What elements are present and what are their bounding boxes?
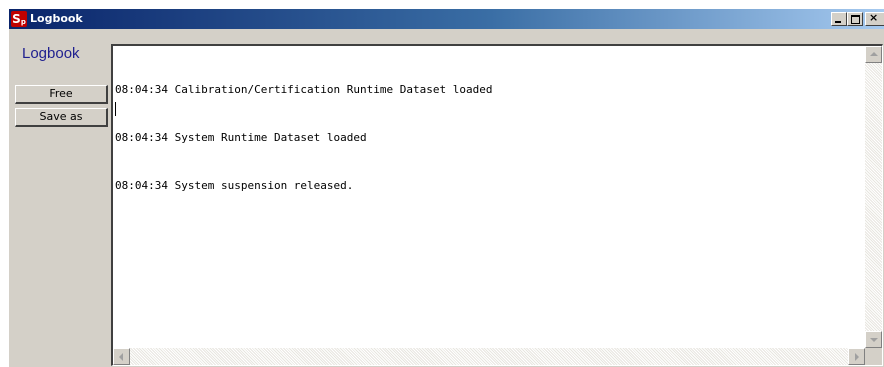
maximize-icon xyxy=(851,15,860,24)
arrow-right-icon xyxy=(855,353,859,361)
vertical-scrollbar[interactable] xyxy=(865,46,882,348)
arrow-left-icon xyxy=(119,353,123,361)
maximize-button[interactable] xyxy=(847,12,863,26)
log-textarea[interactable]: 08:04:34 Calibration/Certification Runti… xyxy=(111,44,883,366)
logbook-label: Logbook xyxy=(22,45,80,62)
log-content: 08:04:34 Calibration/Certification Runti… xyxy=(115,50,860,226)
window-title: Logbook xyxy=(30,12,83,25)
arrow-down-icon xyxy=(870,338,878,342)
log-line: 08:04:34 System Runtime Dataset loaded xyxy=(115,131,367,144)
minimize-icon xyxy=(835,21,841,23)
scroll-down-button[interactable] xyxy=(865,331,882,348)
log-line: 08:04:34 System suspension released. xyxy=(115,179,354,192)
sp-app-icon[interactable]: Sp xyxy=(11,11,27,27)
title-bar[interactable]: Sp Logbook × xyxy=(9,9,884,29)
horizontal-scrollbar[interactable] xyxy=(113,348,865,365)
scroll-up-button[interactable] xyxy=(865,46,882,63)
scroll-right-button[interactable] xyxy=(848,348,865,365)
close-icon: × xyxy=(869,11,879,24)
save-as-button[interactable]: Save as xyxy=(15,108,108,127)
scrollbar-corner xyxy=(865,348,882,365)
minimize-button[interactable] xyxy=(831,12,847,26)
scroll-left-button[interactable] xyxy=(113,348,130,365)
text-caret xyxy=(115,102,116,116)
free-button[interactable]: Free xyxy=(15,85,108,104)
log-line: 08:04:34 Calibration/Certification Runti… xyxy=(115,83,493,96)
logbook-window: Sp Logbook × Logbook Free Save as 08:04:… xyxy=(8,8,884,367)
close-button[interactable]: × xyxy=(865,12,884,26)
arrow-up-icon xyxy=(870,52,878,56)
